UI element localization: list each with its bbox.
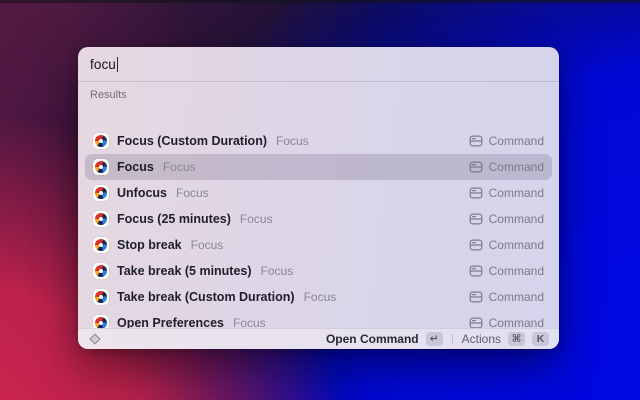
- actions-button[interactable]: Actions: [462, 332, 501, 346]
- result-type-label: Command: [489, 290, 544, 304]
- result-type-label: Command: [489, 134, 544, 148]
- result-type-label: Command: [489, 264, 544, 278]
- open-command-button[interactable]: Open Command: [326, 332, 419, 346]
- result-subtitle: Focus: [240, 212, 273, 226]
- results-section-label: Results: [78, 82, 559, 105]
- focus-app-icon: [93, 185, 109, 201]
- focus-app-icon: [93, 263, 109, 279]
- search-input[interactable]: focu: [78, 47, 559, 81]
- result-title: Take break (Custom Duration): [117, 290, 295, 304]
- focus-app-icon: [93, 289, 109, 305]
- result-row[interactable]: Open Preferences Focus Command: [85, 310, 552, 329]
- focus-app-icon: [93, 315, 109, 329]
- result-row[interactable]: Take break (Custom Duration) Focus Comma…: [85, 284, 552, 310]
- result-title: Unfocus: [117, 186, 167, 200]
- result-type-label: Command: [489, 160, 544, 174]
- search-query-text: focu: [90, 57, 116, 72]
- result-subtitle: Focus: [304, 290, 337, 304]
- result-title: Focus (25 minutes): [117, 212, 231, 226]
- command-type-icon: [469, 160, 483, 174]
- footer-divider: [452, 334, 453, 344]
- result-meta: Command: [469, 212, 544, 226]
- result-type-label: Command: [489, 212, 544, 226]
- cmd-key-badge[interactable]: ⌘: [508, 332, 525, 346]
- result-meta: Command: [469, 160, 544, 174]
- result-row[interactable]: Unfocus Focus Command: [85, 180, 552, 206]
- result-title: Focus (Custom Duration): [117, 134, 267, 148]
- result-row[interactable]: Stop break Focus Command: [85, 232, 552, 258]
- result-row[interactable]: Focus Focus Command: [85, 154, 552, 180]
- command-type-icon: [469, 290, 483, 304]
- command-type-icon: [469, 264, 483, 278]
- result-subtitle: Focus: [261, 264, 294, 278]
- result-meta: Command: [469, 134, 544, 148]
- text-caret: [117, 57, 119, 72]
- result-meta: Command: [469, 186, 544, 200]
- launcher-window: focu Results Focus (Custom Duration) Foc…: [78, 47, 559, 349]
- result-subtitle: Focus: [191, 238, 224, 252]
- return-key-badge[interactable]: ↵: [426, 332, 443, 346]
- command-type-icon: [469, 212, 483, 226]
- result-title: Focus: [117, 160, 154, 174]
- k-key-badge[interactable]: K: [532, 332, 549, 346]
- result-title: Stop break: [117, 238, 182, 252]
- result-type-label: Command: [489, 186, 544, 200]
- focus-app-icon: [93, 159, 109, 175]
- result-row[interactable]: Focus (Custom Duration) Focus Command: [85, 128, 552, 154]
- focus-app-icon: [93, 237, 109, 253]
- raycast-logo-icon: [88, 332, 102, 346]
- result-meta: Command: [469, 290, 544, 304]
- command-type-icon: [469, 186, 483, 200]
- result-meta: Command: [469, 264, 544, 278]
- focus-app-icon: [93, 133, 109, 149]
- results-list: Focus (Custom Duration) Focus Command Fo…: [78, 128, 559, 329]
- command-type-icon: [469, 238, 483, 252]
- result-row[interactable]: Focus (25 minutes) Focus Command: [85, 206, 552, 232]
- footer-bar: Open Command ↵ Actions ⌘ K: [78, 328, 559, 349]
- result-subtitle: Focus: [163, 160, 196, 174]
- result-row[interactable]: Take break (5 minutes) Focus Command: [85, 258, 552, 284]
- result-meta: Command: [469, 238, 544, 252]
- result-subtitle: Focus: [176, 186, 209, 200]
- focus-app-icon: [93, 211, 109, 227]
- result-type-label: Command: [489, 238, 544, 252]
- result-title: Take break (5 minutes): [117, 264, 252, 278]
- result-subtitle: Focus: [276, 134, 309, 148]
- command-type-icon: [469, 134, 483, 148]
- menubar-edge: [0, 0, 640, 3]
